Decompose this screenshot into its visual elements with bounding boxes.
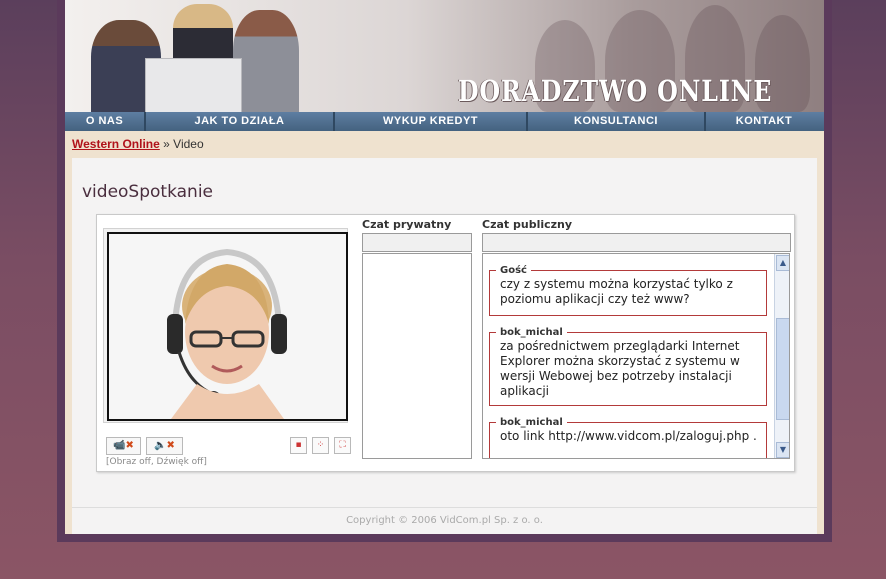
video-size-small-button[interactable]: ▪: [290, 437, 307, 454]
page: DORADZTWO ONLINE O NAS JAK TO DZIAŁA WYK…: [65, 0, 824, 534]
scroll-up-icon[interactable]: ▲: [776, 255, 789, 271]
nav-item-wykup-kredyt[interactable]: WYKUP KREDYT: [335, 112, 528, 131]
video-meeting-panel: 📹✖ 🔈✖ [Obraz off, Dźwięk off] ▪ ⁘ ⛶ Czat…: [96, 214, 795, 472]
chat-message: bok_michal oto link http://www.vidcom.pl…: [489, 415, 767, 458]
nav-item-konsultanci[interactable]: KONSULTANCI: [528, 112, 706, 131]
chat-message: Gość czy z systemu można korzystać tylko…: [489, 263, 767, 316]
video-size-medium-button[interactable]: ⁘: [312, 437, 329, 454]
nav-item-o-nas[interactable]: O NAS: [65, 112, 146, 131]
consultant-video-image: [109, 234, 346, 419]
laptop-image: [145, 58, 242, 112]
off-icon: ✖: [166, 440, 175, 451]
message-text: za pośrednictwem przeglądarki Internet E…: [500, 339, 740, 398]
site-logo: DORADZTWO ONLINE: [457, 74, 772, 108]
video-status-text: [Obraz off, Dźwięk off]: [106, 457, 207, 467]
message-author: Gość: [496, 263, 531, 278]
page-title: videoSpotkanie: [82, 182, 214, 202]
content-area: videoSpotkanie 📹✖ 🔈✖ [Obraz off, Dźwięk …: [72, 158, 817, 534]
message-author: bok_michal: [496, 325, 567, 340]
nav-item-jak-to-dziala[interactable]: JAK TO DZIAŁA: [146, 112, 335, 131]
message-author: bok_michal: [496, 415, 567, 430]
breadcrumb-current: Video: [173, 137, 204, 151]
chat-message: bok_michal za pośrednictwem przeglądarki…: [489, 325, 767, 406]
header-banner: DORADZTWO ONLINE: [65, 0, 824, 112]
private-chat-list: [362, 253, 472, 459]
scroll-thumb[interactable]: [776, 318, 789, 420]
video-frame: [103, 228, 348, 423]
off-icon: ✖: [125, 440, 134, 451]
medium-view-icon: ⁘: [316, 440, 325, 450]
breadcrumb: Western Online » Video: [72, 137, 204, 151]
video-stream: [107, 232, 348, 421]
consultant-photo: [173, 4, 233, 64]
footer-divider: [72, 507, 817, 508]
small-view-icon: ▪: [295, 440, 302, 450]
chat-scrollbar[interactable]: ▲ ▼: [774, 254, 789, 458]
private-chat-input[interactable]: [362, 233, 472, 252]
scroll-down-icon[interactable]: ▼: [776, 442, 789, 458]
footer-copyright: Copyright © 2006 VidCom.pl Sp. z o. o.: [346, 515, 543, 526]
fullscreen-icon: ⛶: [339, 440, 346, 450]
camera-icon: 📹: [113, 440, 126, 451]
speaker-icon: 🔈: [154, 440, 167, 451]
sound-toggle-button[interactable]: 🔈✖: [146, 437, 183, 455]
public-chat-input[interactable]: [482, 233, 791, 252]
video-fullscreen-button[interactable]: ⛶: [334, 437, 351, 454]
breadcrumb-home-link[interactable]: Western Online: [72, 137, 160, 151]
breadcrumb-separator: »: [163, 137, 170, 151]
main-nav: O NAS JAK TO DZIAŁA WYKUP KREDYT KONSULT…: [65, 112, 824, 131]
consultant-photo: [233, 10, 299, 112]
public-chat-list: Gość czy z systemu można korzystać tylko…: [482, 253, 790, 459]
message-text: czy z systemu można korzystać tylko z po…: [500, 277, 733, 306]
public-chat-label: Czat publiczny: [482, 218, 573, 231]
message-text: oto link http://www.vidcom.pl/zaloguj.ph…: [500, 429, 757, 443]
private-chat-label: Czat prywatny: [362, 218, 452, 231]
nav-item-kontakt[interactable]: KONTAKT: [706, 112, 822, 131]
camera-toggle-button[interactable]: 📹✖: [106, 437, 141, 455]
